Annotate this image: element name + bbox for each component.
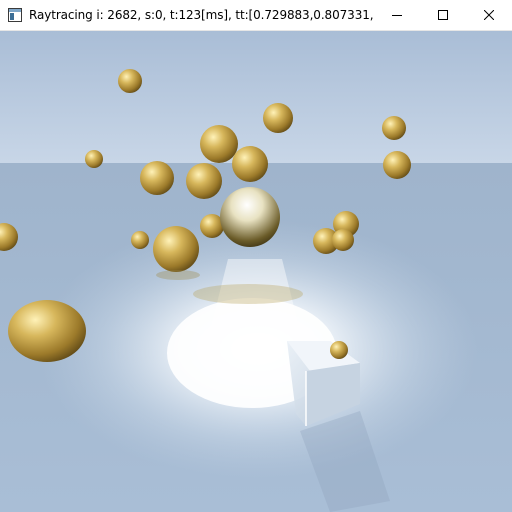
minimize-icon: [392, 15, 402, 16]
render-viewport[interactable]: [0, 31, 512, 512]
gold-sphere: [383, 151, 411, 179]
gold-sphere: [332, 229, 354, 251]
sky: [0, 31, 512, 163]
gold-sphere: [263, 103, 293, 133]
title-bar[interactable]: Raytracing i: 2682, s:0, t:123[ms], tt:[…: [0, 0, 512, 31]
gold-sphere: [382, 116, 406, 140]
window-controls: [374, 0, 512, 31]
app-window-icon: [8, 8, 22, 22]
maximize-icon: [438, 10, 448, 20]
sphere-shadow: [193, 284, 303, 304]
window-title: Raytracing i: 2682, s:0, t:123[ms], tt:[…: [29, 8, 374, 22]
sphere-shadow: [156, 270, 200, 280]
gold-sphere: [330, 341, 348, 359]
gold-sphere: [186, 163, 222, 199]
gold-sphere: [220, 187, 280, 247]
gold-sphere: [131, 231, 149, 249]
gold-sphere: [140, 161, 174, 195]
minimize-button[interactable]: [374, 0, 420, 31]
gold-sphere: [153, 226, 199, 272]
raytraced-scene: [0, 31, 512, 512]
maximize-button[interactable]: [420, 0, 466, 31]
close-icon: [484, 10, 494, 20]
gold-sphere: [8, 300, 86, 362]
gold-sphere: [232, 146, 268, 182]
gold-sphere: [85, 150, 103, 168]
gold-sphere: [118, 69, 142, 93]
raytracing-window: Raytracing i: 2682, s:0, t:123[ms], tt:[…: [0, 0, 512, 512]
gold-sphere: [200, 125, 238, 163]
close-button[interactable]: [466, 0, 512, 31]
